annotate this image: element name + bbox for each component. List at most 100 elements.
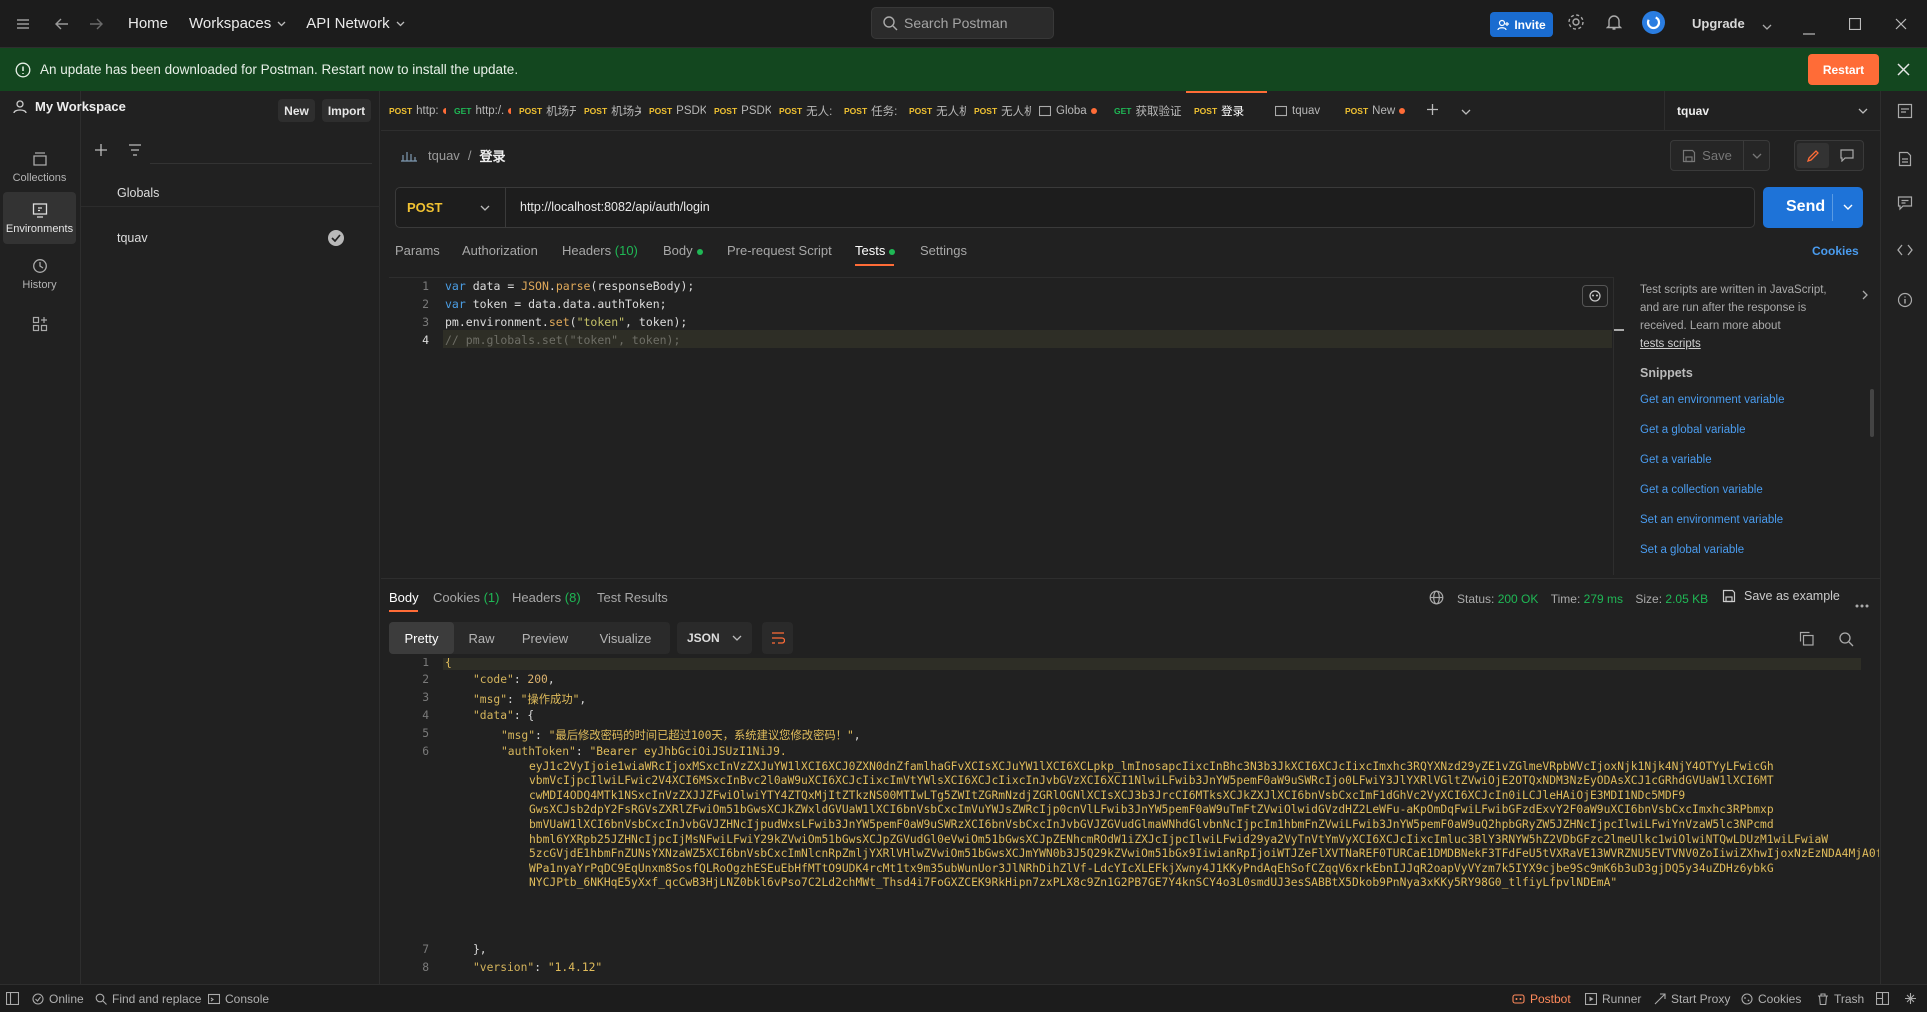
save-button[interactable]: Save: [1670, 140, 1744, 171]
nav-environments[interactable]: Environments: [3, 192, 76, 244]
snippet-link[interactable]: Get an environment variable: [1640, 394, 1784, 406]
send-options-chevron-icon[interactable]: [1843, 204, 1853, 210]
back-arrow-icon[interactable]: [44, 6, 80, 42]
add-icon[interactable]: [94, 143, 108, 160]
status-value[interactable]: 200 OK: [1498, 592, 1539, 606]
snippet-link[interactable]: Set an environment variable: [1640, 514, 1783, 526]
runner-button[interactable]: Runner: [1585, 992, 1641, 1006]
size-value[interactable]: 2.05 KB: [1665, 592, 1708, 606]
restart-button[interactable]: Restart: [1808, 54, 1879, 85]
comments-icon[interactable]: [1893, 191, 1917, 215]
tab-params[interactable]: Params: [395, 243, 440, 258]
filter-icon[interactable]: [128, 144, 142, 159]
cookies-link[interactable]: Cookies: [1812, 244, 1859, 258]
forward-arrow-icon[interactable]: [78, 6, 114, 42]
request-tab[interactable]: POST 机场关: [576, 91, 641, 131]
tab-prerequest-script[interactable]: Pre-request Script: [727, 243, 832, 258]
search-bar[interactable]: Search Postman: [871, 7, 1054, 39]
snippets-scrollbar[interactable]: [1870, 389, 1874, 437]
comment-icon[interactable]: [1832, 143, 1862, 168]
snippet-link[interactable]: Set a global variable: [1640, 544, 1744, 556]
code-icon[interactable]: [1893, 238, 1917, 262]
request-name[interactable]: 登录: [479, 146, 505, 165]
tests-scripts-link[interactable]: tests scripts: [1640, 335, 1860, 353]
start-proxy-button[interactable]: Start Proxy: [1654, 992, 1730, 1006]
view-visualize[interactable]: Visualize: [581, 622, 670, 654]
api-network-menu[interactable]: API Network: [306, 15, 405, 32]
close-banner-icon[interactable]: [1897, 63, 1910, 79]
save-options-chevron-icon[interactable]: [1744, 140, 1770, 171]
request-tab[interactable]: POST 无人:: [771, 91, 836, 131]
environment-quicklook-icon[interactable]: [1893, 99, 1917, 123]
view-preview[interactable]: Preview: [509, 622, 581, 654]
request-tab[interactable]: POST New: [1337, 91, 1412, 131]
method-select[interactable]: POST: [396, 188, 506, 227]
snippet-link[interactable]: Get a collection variable: [1640, 484, 1763, 496]
request-tab[interactable]: tquav: [1267, 91, 1337, 131]
trash-button[interactable]: Trash: [1817, 992, 1864, 1006]
wrap-lines-icon[interactable]: [762, 622, 793, 654]
home-link[interactable]: Home: [128, 15, 168, 32]
request-tab[interactable]: POST http:: [381, 91, 446, 131]
request-tab[interactable]: GET http:/.: [446, 91, 511, 131]
view-raw[interactable]: Raw: [454, 622, 509, 654]
snippet-link[interactable]: Get a global variable: [1640, 424, 1745, 436]
upgrade-button[interactable]: Upgrade: [1692, 16, 1745, 31]
more-options-icon[interactable]: [1855, 596, 1869, 611]
console-button[interactable]: Console: [208, 992, 269, 1006]
menu-icon[interactable]: [5, 6, 41, 42]
sidebar-search-input[interactable]: [150, 140, 372, 164]
request-tab[interactable]: POST 登录: [1186, 90, 1267, 131]
close-window-icon[interactable]: [1895, 18, 1907, 33]
snippet-link[interactable]: Get a variable: [1640, 454, 1712, 466]
workspaces-menu[interactable]: Workspaces: [189, 15, 286, 32]
request-tab[interactable]: POST 无人机: [901, 91, 966, 131]
response-tab-test-results[interactable]: Test Results: [597, 590, 668, 605]
tab-settings[interactable]: Settings: [920, 243, 967, 258]
nav-configure[interactable]: [3, 309, 76, 339]
settings-gear-icon[interactable]: [1567, 13, 1585, 34]
chevron-down-icon[interactable]: [1762, 18, 1772, 33]
globe-icon[interactable]: [1429, 590, 1444, 608]
pencil-icon[interactable]: [1797, 143, 1829, 168]
sidebar-item-globals[interactable]: Globals: [81, 179, 380, 207]
url-input[interactable]: http://localhost:8082/api/auth/login: [520, 200, 710, 214]
copy-icon[interactable]: [1799, 631, 1814, 649]
online-status[interactable]: Online: [32, 992, 84, 1006]
new-tab-icon[interactable]: [1426, 103, 1439, 119]
request-tab[interactable]: POSTPSDK:: [641, 91, 706, 131]
info-icon[interactable]: [1893, 288, 1917, 312]
tabs-overflow-chevron-icon[interactable]: [1461, 103, 1471, 118]
minimize-window-icon[interactable]: [1803, 23, 1815, 38]
response-tab-cookies[interactable]: Cookies (1): [433, 590, 499, 605]
postbot-button[interactable]: Postbot: [1512, 992, 1571, 1006]
notifications-bell-icon[interactable]: [1605, 13, 1623, 34]
collapse-help-chevron-icon[interactable]: [1862, 288, 1868, 303]
avatar[interactable]: [1642, 11, 1665, 34]
response-tab-body[interactable]: Body: [389, 590, 419, 605]
invite-button[interactable]: Invite: [1490, 12, 1553, 37]
request-tab[interactable]: GET 获取验证: [1106, 91, 1186, 131]
new-button[interactable]: New: [278, 99, 315, 122]
request-tab[interactable]: POST 无人机: [966, 91, 1031, 131]
request-tab[interactable]: Globa: [1031, 91, 1106, 131]
send-button[interactable]: Send: [1763, 187, 1863, 228]
view-pretty[interactable]: Pretty: [389, 622, 454, 654]
format-select[interactable]: JSON: [677, 622, 752, 654]
layout-toggle-icon[interactable]: [6, 992, 19, 1005]
time-value[interactable]: 279 ms: [1584, 592, 1623, 606]
help-icon[interactable]: [1904, 992, 1917, 1005]
two-pane-view-icon[interactable]: [1876, 992, 1889, 1005]
tab-authorization[interactable]: Authorization: [462, 243, 538, 258]
nav-collections[interactable]: Collections: [3, 141, 76, 193]
maximize-window-icon[interactable]: [1848, 17, 1862, 33]
active-environment-check-icon[interactable]: [328, 230, 344, 246]
request-tab[interactable]: POSTPSDK!: [706, 91, 771, 131]
tab-tests[interactable]: Tests: [855, 243, 896, 258]
workspace-header[interactable]: My Workspace: [13, 99, 126, 114]
nav-history[interactable]: History: [3, 248, 76, 300]
tab-headers[interactable]: Headers (10): [562, 243, 638, 258]
documentation-icon[interactable]: [1893, 147, 1917, 171]
tests-editor[interactable]: 1 2 3 4 var data = JSON.parse(responseBo…: [389, 277, 1614, 575]
search-icon[interactable]: [1838, 631, 1854, 650]
